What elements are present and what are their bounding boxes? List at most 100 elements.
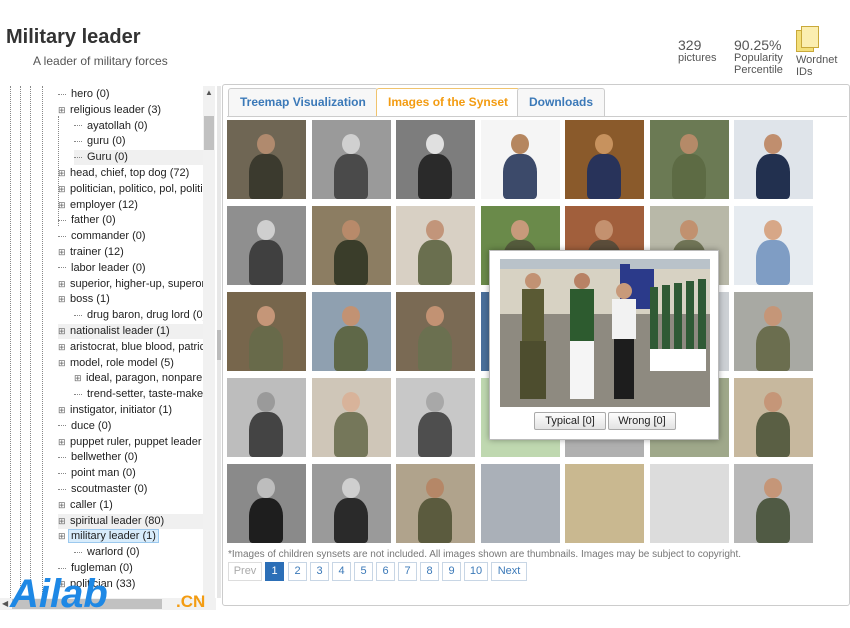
tree-item[interactable]: trend-setter, taste-maker	[74, 387, 207, 402]
expand-toggle-icon[interactable]: ⊞	[58, 277, 66, 292]
tree-item[interactable]: warlord (0)	[74, 545, 203, 560]
panel-splitter[interactable]	[217, 86, 221, 598]
prev-button[interactable]: Prev	[228, 562, 262, 581]
expand-toggle-icon[interactable]: ⊞	[58, 356, 66, 371]
expand-toggle-icon[interactable]: ⊞	[58, 245, 66, 260]
page-button[interactable]: 8	[420, 562, 439, 581]
wordnet-ids-link[interactable]: Wordnet IDs	[796, 26, 837, 78]
synset-thumbnail[interactable]	[311, 292, 391, 371]
tree-item[interactable]: ⊞ superior, higher-up, superor	[58, 277, 205, 292]
synset-thumbnail[interactable]	[480, 464, 560, 543]
expand-toggle-icon[interactable]: ⊞	[58, 324, 66, 339]
page-button[interactable]: 5	[354, 562, 373, 581]
tree-item[interactable]: ⊞ model, role model (5)	[58, 356, 203, 371]
next-button[interactable]: Next	[491, 562, 527, 581]
page-button[interactable]: 2	[288, 562, 307, 581]
synset-thumbnail[interactable]	[734, 206, 813, 285]
tree-item[interactable]: ⊞ politician, politico, pol, politi	[58, 182, 203, 197]
synset-thumbnail[interactable]	[565, 120, 644, 199]
typical-button[interactable]: Typical [0]	[534, 412, 606, 430]
synset-thumbnail[interactable]	[734, 378, 813, 457]
tree-item[interactable]: drug baron, drug lord (0)	[74, 308, 206, 323]
page-button-current[interactable]: 1	[265, 562, 284, 581]
synset-thumbnail[interactable]	[396, 292, 475, 371]
synset-thumbnail[interactable]	[396, 378, 475, 457]
tree-item-label: nationalist leader (1)	[70, 325, 170, 337]
synset-thumbnail[interactable]	[227, 292, 306, 371]
wrong-button[interactable]: Wrong [0]	[608, 412, 676, 430]
tree-connector	[74, 314, 82, 316]
synset-thumbnail[interactable]	[734, 464, 813, 543]
tree-item-label: model, role model (5)	[70, 356, 174, 369]
tree-item[interactable]: guru (0)	[74, 134, 203, 149]
tree-item[interactable]: ⊞ head, chief, top dog (72)	[58, 166, 203, 181]
synset-thumbnail[interactable]	[734, 120, 813, 199]
synset-thumbnail[interactable]	[311, 464, 391, 543]
expand-toggle-icon[interactable]: ⊞	[58, 529, 66, 544]
synset-thumbnail[interactable]	[396, 464, 475, 543]
tree-scroll-thumb[interactable]	[204, 116, 214, 150]
synset-thumbnail[interactable]	[227, 120, 306, 199]
page-button[interactable]: 4	[332, 562, 351, 581]
synset-thumbnail[interactable]	[734, 292, 813, 371]
tree-item[interactable]: ⊞ ideal, paragon, nonpare	[74, 371, 203, 386]
expand-toggle-icon[interactable]: ⊞	[58, 198, 66, 213]
expand-toggle-icon[interactable]: ⊞	[74, 371, 82, 386]
tree-item[interactable]: ayatollah (0)	[74, 119, 203, 134]
tree-item[interactable]: ⊞ spiritual leader (80)	[58, 513, 203, 529]
expand-toggle-icon[interactable]: ⊞	[58, 182, 66, 197]
expand-toggle-icon[interactable]: ⊞	[58, 340, 66, 355]
synset-thumbnail[interactable]	[396, 206, 475, 285]
expand-toggle-icon[interactable]: ⊞	[58, 166, 66, 181]
page-button[interactable]: 3	[310, 562, 329, 581]
tree-item[interactable]: ⊞ instigator, initiator (1)	[58, 403, 203, 418]
expand-toggle-icon[interactable]: ⊞	[58, 498, 66, 513]
expand-toggle-icon[interactable]: ⊞	[58, 292, 66, 307]
tree-item[interactable]: ⊞ aristocrat, blue blood, patric	[58, 340, 205, 355]
tree-item[interactable]: Guru (0)	[74, 150, 203, 166]
page-button[interactable]: 9	[442, 562, 461, 581]
tree-item[interactable]: hero (0)	[58, 87, 203, 102]
tree-item-label: aristocrat, blue blood, patric	[70, 340, 206, 353]
tree-item[interactable]: ⊞ nationalist leader (1)	[58, 324, 203, 339]
synset-thumbnail[interactable]	[227, 464, 306, 543]
synset-thumbnail[interactable]	[311, 378, 391, 457]
synset-thumbnail[interactable]	[480, 120, 560, 199]
tree-item[interactable]: ⊞ employer (12)	[58, 198, 203, 213]
expand-toggle-icon[interactable]: ⊞	[58, 435, 66, 450]
tree-item[interactable]: scoutmaster (0)	[58, 482, 203, 497]
scroll-up-icon[interactable]: ▲	[205, 88, 213, 97]
page-button[interactable]: 10	[464, 562, 488, 581]
tree-item[interactable]: commander (0)	[58, 229, 203, 244]
tree-item-selected[interactable]: ⊞ military leader (1)	[58, 529, 203, 544]
tree-item[interactable]: father (0)	[58, 213, 203, 228]
tab-downloads[interactable]: Downloads	[517, 88, 606, 116]
tree-vertical-scrollbar[interactable]: ▲	[203, 86, 215, 598]
tree-item[interactable]: point man (0)	[58, 466, 203, 481]
page-button[interactable]: 6	[376, 562, 395, 581]
synset-thumbnail[interactable]	[649, 120, 729, 199]
tree-item[interactable]: ⊞ puppet ruler, puppet leader	[58, 435, 203, 450]
tree-item[interactable]: ⊞ religious leader (3)	[58, 103, 203, 118]
expand-toggle-icon[interactable]: ⊞	[58, 403, 66, 418]
tree-item[interactable]: labor leader (0)	[58, 261, 203, 276]
tab-images[interactable]: Images of the Synset	[376, 88, 521, 116]
tree-item[interactable]: ⊞ trainer (12)	[58, 245, 203, 260]
tree-item[interactable]: ⊞ caller (1)	[58, 498, 203, 513]
tab-treemap[interactable]: Treemap Visualization	[228, 88, 378, 116]
synset-thumbnail[interactable]	[311, 120, 391, 199]
expand-toggle-icon[interactable]: ⊞	[58, 103, 66, 118]
tree-item[interactable]: duce (0)	[58, 419, 203, 434]
synset-thumbnail[interactable]	[396, 120, 475, 199]
synset-thumbnail[interactable]	[649, 464, 729, 543]
synset-thumbnail[interactable]	[565, 464, 644, 543]
synset-thumbnail[interactable]	[311, 206, 391, 285]
expand-toggle-icon[interactable]: ⊞	[58, 514, 66, 529]
page-button[interactable]: 7	[398, 562, 417, 581]
tree-item[interactable]: bellwether (0)	[58, 450, 203, 465]
synset-thumbnail[interactable]	[227, 378, 306, 457]
tree-item[interactable]: ⊞ boss (1)	[58, 292, 203, 307]
watermark-brand: Ailab	[9, 572, 108, 614]
synset-thumbnail[interactable]	[227, 206, 306, 285]
tree-connector	[74, 393, 82, 395]
